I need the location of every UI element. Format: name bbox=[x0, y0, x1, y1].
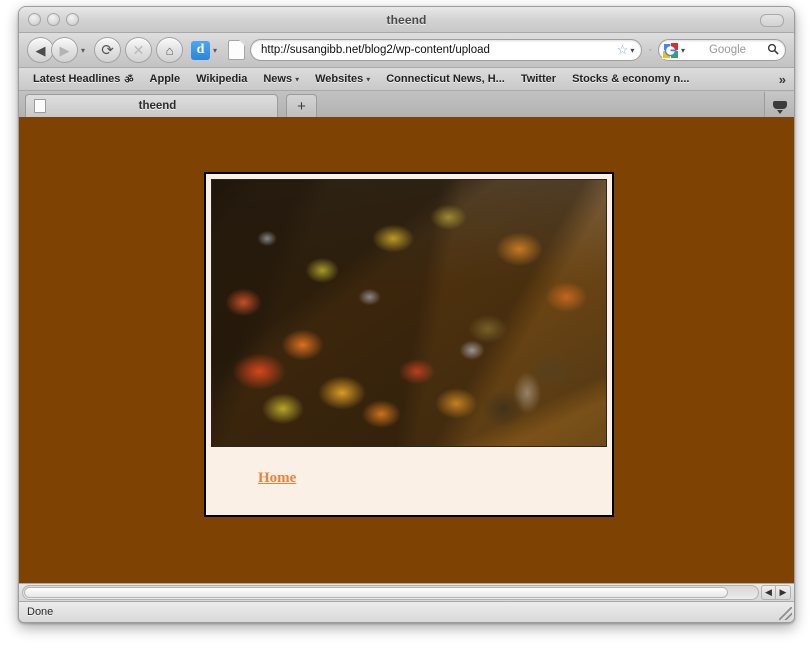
diigo-icon: d bbox=[196, 42, 205, 57]
foliage-image bbox=[212, 180, 606, 446]
search-input[interactable]: Google bbox=[688, 44, 767, 56]
bookmark-label: News bbox=[263, 73, 293, 85]
bookmark-connecticut-news[interactable]: Connecticut News, H... bbox=[386, 73, 505, 85]
status-bar: Done bbox=[19, 601, 794, 622]
browser-window: theend ◀ ▶ ▾ ⟳ ✕ ⌂ d ▾ http://susangibb.… bbox=[18, 6, 795, 623]
page-nav-strip: Home bbox=[211, 447, 607, 510]
back-button[interactable]: ◀ bbox=[27, 37, 54, 63]
status-text: Done bbox=[27, 606, 54, 618]
page-favicon-icon bbox=[34, 99, 46, 113]
window-controls bbox=[28, 13, 79, 26]
tab-theend[interactable]: theend bbox=[25, 94, 278, 117]
page-viewport: Home bbox=[19, 117, 794, 583]
zoom-window-button[interactable] bbox=[66, 13, 79, 26]
bookmarks-bar: Latest Headlines ॐ Apple Wikipedia News … bbox=[19, 68, 794, 91]
bookmark-label: Connecticut News, H... bbox=[386, 73, 505, 85]
scroll-left-button[interactable]: ◀ bbox=[761, 585, 776, 600]
search-icon[interactable] bbox=[767, 43, 779, 58]
reload-button[interactable]: ⟳ bbox=[94, 37, 122, 63]
bookmark-label: Latest Headlines bbox=[33, 73, 121, 85]
home-link[interactable]: Home bbox=[258, 470, 296, 487]
back-arrow-icon: ◀ bbox=[35, 42, 46, 58]
tab-list-icon bbox=[772, 100, 787, 114]
new-tab-button[interactable]: + bbox=[286, 94, 317, 117]
window-title: theend bbox=[386, 12, 427, 27]
search-chevron-down-icon[interactable]: ▾ bbox=[681, 46, 685, 55]
bookmark-star-icon[interactable]: ☆ bbox=[617, 42, 629, 58]
home-button[interactable]: ⌂ bbox=[156, 37, 184, 63]
diigo-chevron-down-icon[interactable]: ▾ bbox=[213, 46, 217, 55]
bookmark-label: Websites bbox=[315, 73, 364, 85]
bookmark-wikipedia[interactable]: Wikipedia bbox=[196, 73, 247, 85]
address-bar[interactable]: http://susangibb.net/blog2/wp-content/up… bbox=[250, 39, 643, 61]
close-window-button[interactable] bbox=[28, 13, 41, 26]
tab-list-button[interactable] bbox=[764, 92, 794, 117]
rss-icon: ॐ bbox=[124, 75, 134, 86]
close-icon: ✕ bbox=[132, 42, 145, 58]
home-icon: ⌂ bbox=[165, 42, 174, 58]
bookmark-folder-websites[interactable]: Websites ▾ bbox=[315, 73, 370, 85]
toolbar-separator: · bbox=[648, 44, 652, 56]
chevron-down-icon: ▾ bbox=[295, 74, 300, 84]
url-text: http://susangibb.net/blog2/wp-content/up… bbox=[261, 44, 490, 56]
bookmark-twitter[interactable]: Twitter bbox=[521, 73, 556, 85]
chevron-down-icon[interactable]: ▾ bbox=[81, 46, 85, 55]
card-inner: Home bbox=[206, 174, 612, 515]
navigation-toolbar: ◀ ▶ ▾ ⟳ ✕ ⌂ d ▾ http://susangibb.net/blo… bbox=[19, 33, 794, 68]
bookmark-label: Twitter bbox=[520, 73, 557, 85]
resize-grip-icon[interactable] bbox=[779, 607, 792, 620]
reload-icon: ⟳ bbox=[101, 41, 114, 59]
tab-bar: theend + bbox=[19, 91, 794, 117]
scrollbar-track[interactable] bbox=[22, 585, 759, 600]
toolbar-toggle-button[interactable] bbox=[760, 14, 784, 27]
chevron-down-icon: ▾ bbox=[366, 74, 371, 84]
title-bar: theend bbox=[19, 7, 794, 33]
content-card: Home bbox=[204, 172, 614, 517]
horizontal-scrollbar[interactable]: ◀ ▶ bbox=[19, 583, 794, 601]
tab-label: theend bbox=[138, 100, 177, 112]
bookmark-label: Stocks & economy n... bbox=[572, 73, 690, 85]
bookmark-label: Wikipedia bbox=[196, 73, 248, 85]
minimize-window-button[interactable] bbox=[47, 13, 60, 26]
address-bar-group: http://susangibb.net/blog2/wp-content/up… bbox=[228, 39, 643, 61]
scroll-right-button[interactable]: ▶ bbox=[776, 585, 791, 600]
diigo-toolbar-button[interactable]: d bbox=[191, 40, 211, 60]
bookmark-label: Apple bbox=[149, 73, 181, 85]
bookmark-apple[interactable]: Apple bbox=[150, 73, 181, 85]
bookmark-stocks-economy[interactable]: Stocks & economy n... bbox=[572, 73, 689, 85]
right-arrow-icon: ▶ bbox=[779, 587, 787, 597]
bookmark-latest-headlines[interactable]: Latest Headlines ॐ bbox=[33, 72, 134, 86]
bookmark-folder-news[interactable]: News ▾ bbox=[263, 73, 299, 85]
stop-button[interactable]: ✕ bbox=[125, 37, 153, 63]
forward-arrow-icon: ▶ bbox=[59, 42, 70, 58]
scrollbar-thumb[interactable] bbox=[24, 587, 728, 598]
left-arrow-icon: ◀ bbox=[765, 587, 772, 597]
search-field[interactable]: ▾ Google bbox=[658, 39, 786, 61]
autumn-foliage-photo bbox=[211, 179, 607, 447]
bookmarks-overflow-icon[interactable]: » bbox=[779, 72, 790, 87]
plus-icon: + bbox=[297, 97, 306, 115]
google-icon[interactable] bbox=[662, 41, 679, 59]
page-document-icon bbox=[228, 40, 246, 60]
url-chevron-down-icon[interactable]: ▾ bbox=[630, 46, 634, 55]
forward-button[interactable]: ▶ bbox=[51, 37, 78, 63]
